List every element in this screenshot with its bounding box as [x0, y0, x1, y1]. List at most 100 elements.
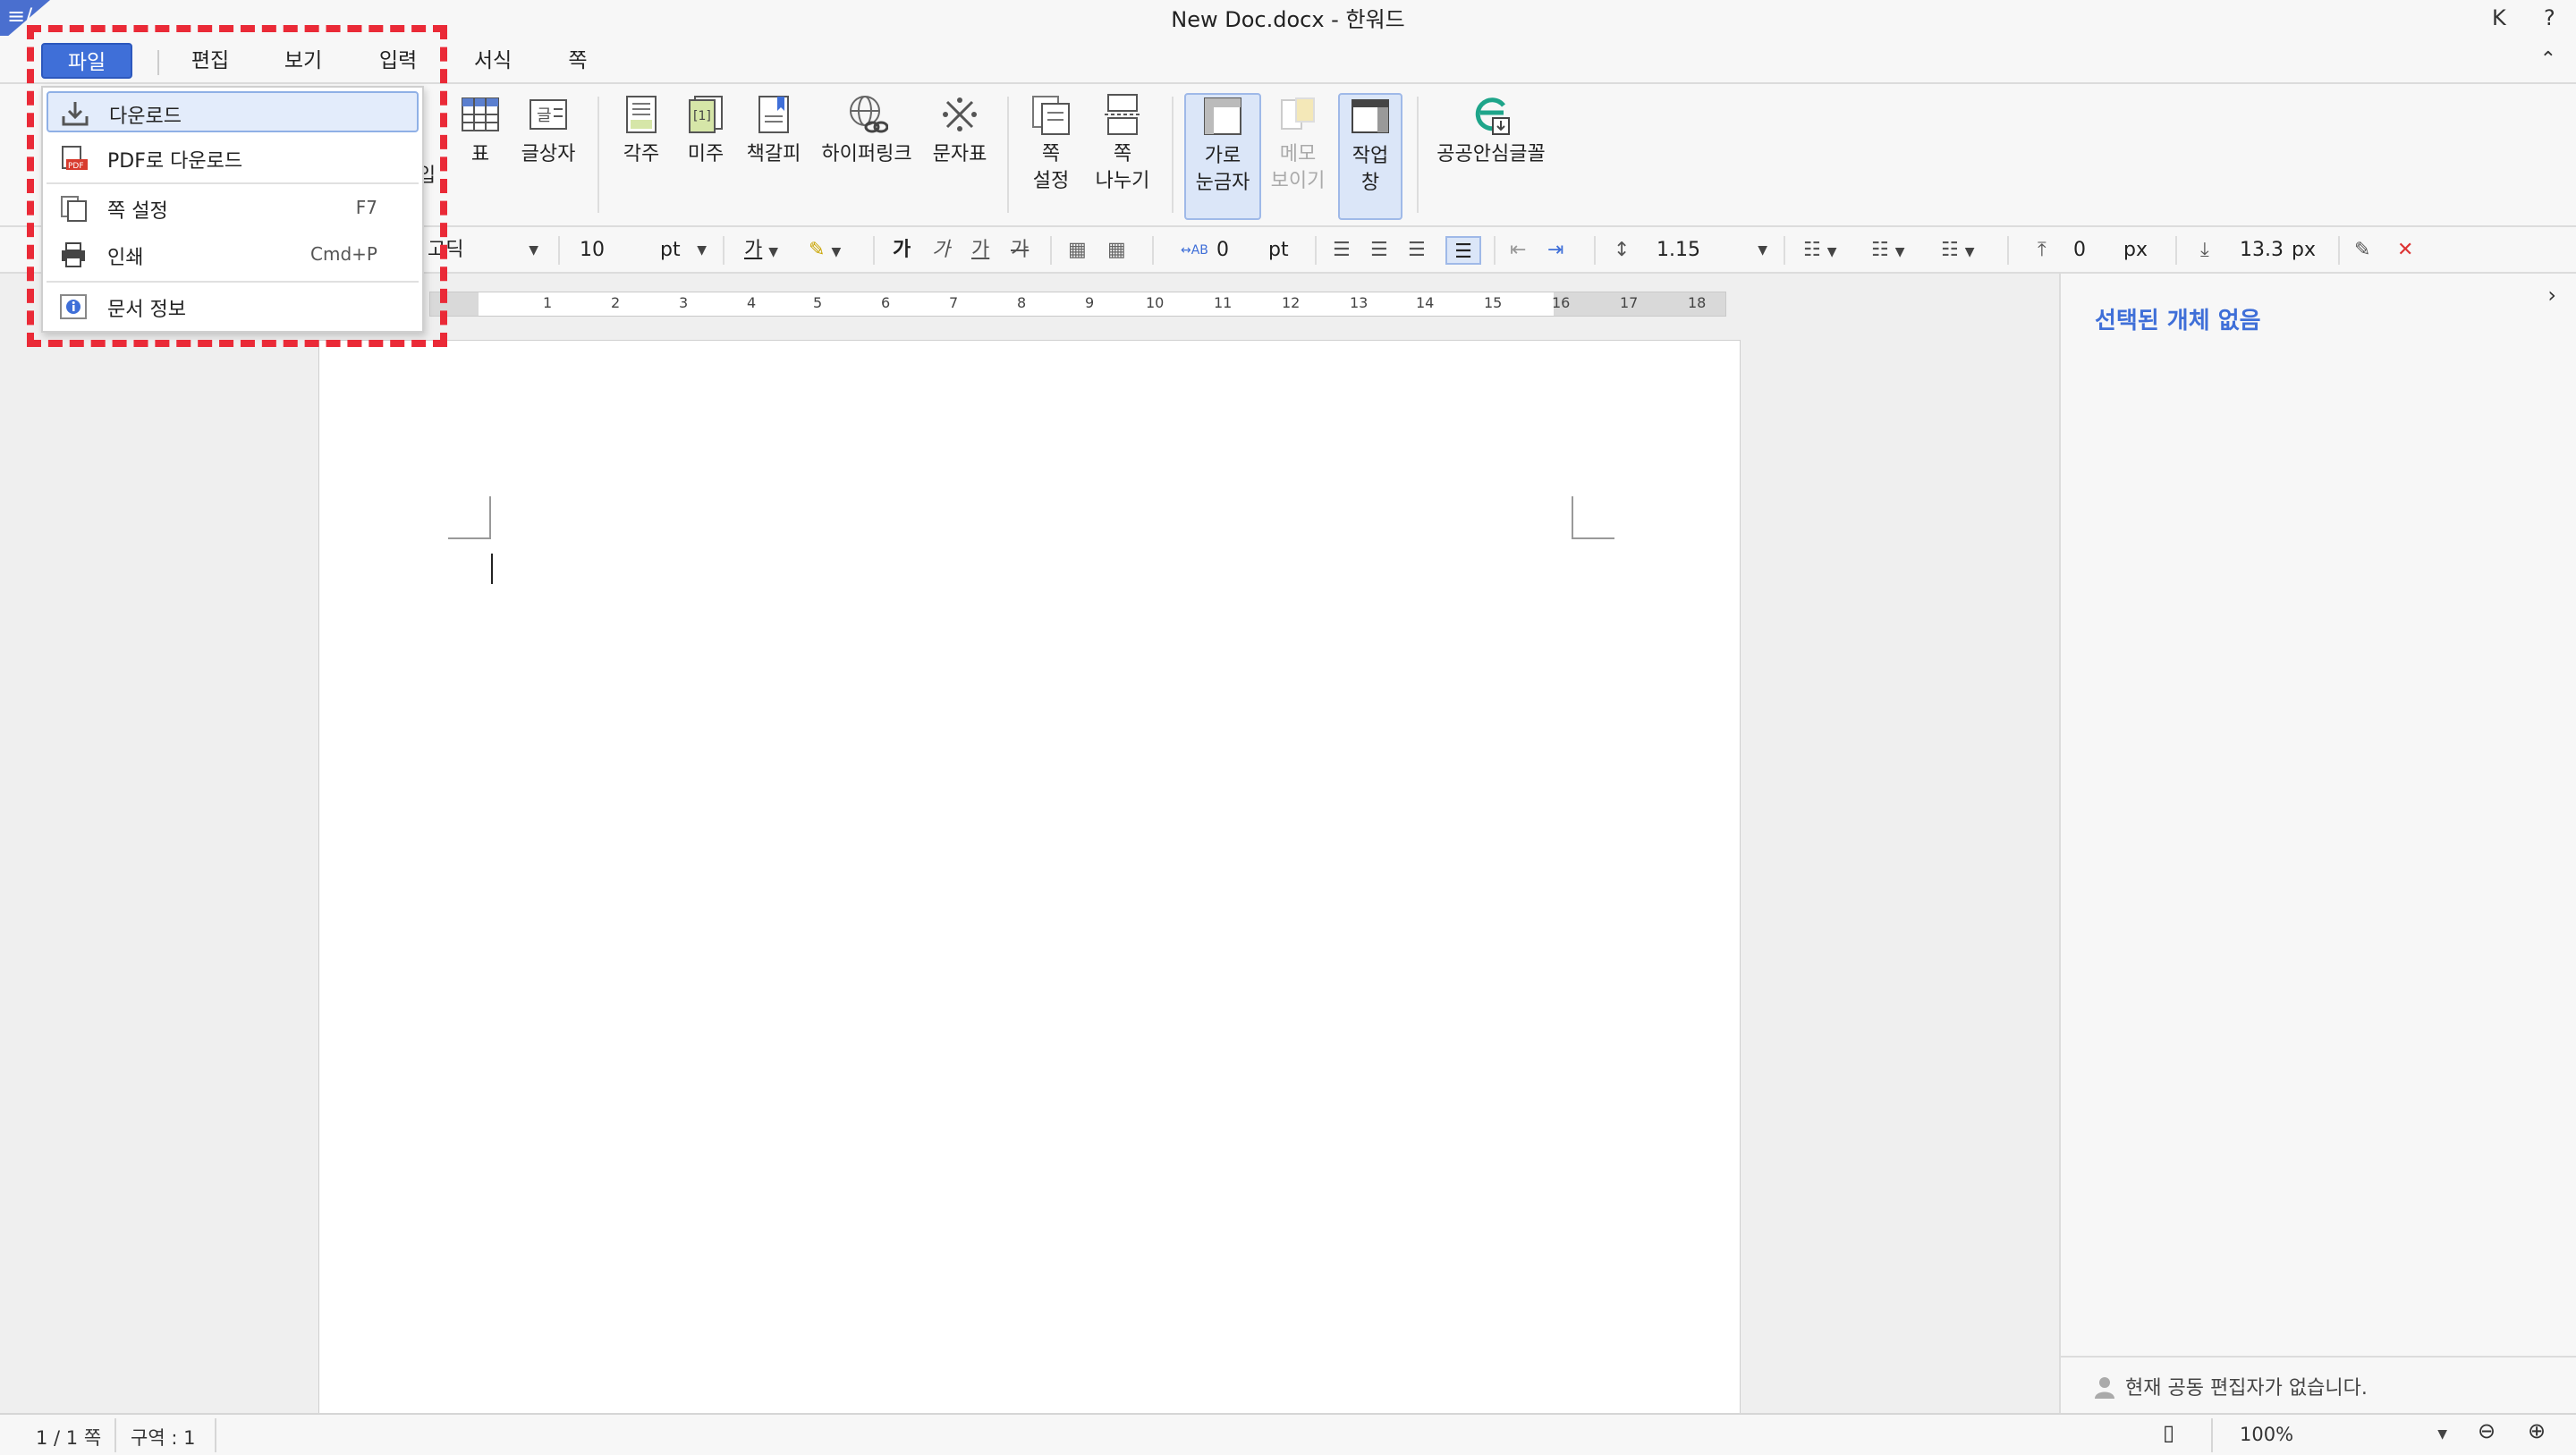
chevron-down-icon: ▼: [529, 243, 538, 258]
align-justify-icon[interactable]: ☰: [1445, 236, 1481, 265]
italic-button[interactable]: 가: [932, 236, 950, 265]
highlighter-icon: ✎: [809, 239, 826, 261]
footnote-button[interactable]: 각주: [617, 93, 665, 168]
font-color-icon: 가: [744, 239, 763, 261]
char-spacing-input[interactable]: 0 pt: [1216, 236, 1297, 265]
chevron-right-icon[interactable]: ›: [2547, 283, 2556, 308]
ruler-tick-label: 11: [1214, 294, 1233, 311]
align-center-icon[interactable]: ☰: [1370, 236, 1388, 265]
svg-text:[1]: [1]: [693, 109, 711, 123]
align-right-icon[interactable]: ☰: [1408, 236, 1426, 265]
align-left-icon[interactable]: ☰: [1333, 236, 1351, 265]
hyperlink-icon: [850, 96, 888, 133]
ribbon-divider: [1007, 97, 1009, 213]
zoom-in-icon[interactable]: ⊕: [2528, 1418, 2546, 1443]
indent-increase-icon[interactable]: ⇥: [1547, 236, 1563, 265]
horizontal-ruler[interactable]: 1 2 3 4 5 6 7 8 9 10 11 12 13 14 15 16 1…: [429, 292, 1726, 317]
ruler-tick-label: 15: [1484, 294, 1503, 311]
chevron-down-icon: ▼: [831, 245, 842, 259]
section-indicator: 구역 : 1: [131, 1427, 196, 1449]
ruler-tick-label: 3: [679, 294, 689, 311]
menu-format[interactable]: 서식: [467, 43, 519, 79]
format-painter-icon[interactable]: ✎: [2354, 236, 2370, 265]
underline-button[interactable]: 가: [971, 236, 989, 265]
collapse-ribbon-icon[interactable]: ⌃: [2540, 48, 2556, 71]
ruler-tick-label: 8: [1017, 294, 1027, 311]
line-spacing-select[interactable]: 1.15 ▼: [1657, 236, 1771, 265]
margin-corner: [1572, 496, 1614, 539]
user-account-button[interactable]: K: [2492, 5, 2506, 30]
insert-table-button[interactable]: 표: [456, 93, 504, 168]
margin-corner: [448, 496, 491, 539]
chevron-down-icon: ▼: [1758, 243, 1767, 258]
ruler-tick-label: 7: [949, 294, 959, 311]
space-after-icon: ⤓: [2200, 239, 2209, 261]
table-icon: [462, 97, 499, 131]
chevron-down-icon: ▼: [697, 243, 707, 258]
ribbon-divider: [1172, 97, 1174, 213]
ruler-tick-label: 6: [881, 294, 891, 311]
status-bar: 1 / 1 쪽 구역 : 1 ▯ 100% ▼ ⊖ ⊕: [0, 1413, 2576, 1455]
indent-decrease-icon[interactable]: ⇤: [1510, 236, 1526, 265]
task-pane-title: 선택된 개체 없음: [2095, 308, 2261, 334]
ruler-tick-label: 17: [1620, 294, 1639, 311]
document-workspace: 1 2 3 4 5 6 7 8 9 10 11 12 13 14 15 16 1…: [0, 274, 2059, 1422]
page-break-button[interactable]: 쪽 나누기: [1089, 93, 1156, 195]
zoom-select[interactable]: 100% ▼: [2240, 1424, 2454, 1445]
memo-icon: [1281, 97, 1315, 130]
bookmark-button[interactable]: 책갈피: [744, 93, 803, 168]
menu-page[interactable]: 쪽: [564, 43, 592, 79]
hyperlink-button[interactable]: 하이퍼링크: [818, 93, 916, 168]
numbered-list-icon[interactable]: ☷ ▼: [1871, 236, 1905, 265]
page-setup-icon: [1032, 96, 1070, 135]
clear-format-icon[interactable]: ✕: [2397, 236, 2413, 265]
strikethrough-button[interactable]: 가: [1011, 236, 1029, 265]
symbol-button[interactable]: 문자표: [928, 93, 991, 168]
bold-button[interactable]: 가: [893, 236, 911, 265]
ruler-tick-label: 9: [1085, 294, 1095, 311]
font-size-select[interactable]: 10 pt ▼: [580, 236, 714, 265]
ruler-tick-label: 2: [611, 294, 621, 311]
multilevel-list-icon[interactable]: ☷ ▼: [1941, 236, 1975, 265]
svg-text:글: 글: [537, 106, 552, 125]
ruler-tick-label: 13: [1350, 294, 1368, 311]
line-spacing-icon: ↕: [1614, 239, 1631, 261]
table-border-icon[interactable]: ▦: [1107, 236, 1126, 265]
ruler-tick-label: 10: [1146, 294, 1165, 311]
cell-border-icon[interactable]: ▦: [1068, 236, 1087, 265]
task-pane-icon: [1352, 99, 1389, 133]
highlight-color-button[interactable]: ✎ ▼: [809, 236, 857, 265]
text-cursor: [491, 554, 493, 584]
ruler-tick-label: 4: [747, 294, 757, 311]
space-before-input[interactable]: 0 px: [2073, 236, 2163, 265]
bullet-list-icon[interactable]: ☷ ▼: [1803, 236, 1837, 265]
endnote-icon: [1]: [689, 96, 723, 133]
ruler-tick-label: 5: [813, 294, 823, 311]
collaborator-status: 현재 공동 편집자가 없습니다.: [2061, 1356, 2576, 1413]
public-font-icon: [1475, 97, 1510, 135]
chevron-down-icon: ▼: [2437, 1427, 2447, 1442]
chevron-down-icon: ▼: [768, 245, 779, 259]
ribbon-divider: [597, 97, 599, 213]
endnote-button[interactable]: [1] 미주: [682, 93, 730, 168]
textbox-icon: 글: [530, 99, 567, 130]
task-pane-toggle[interactable]: 작업 창: [1338, 93, 1402, 220]
font-color-button[interactable]: 가 ▼: [744, 236, 789, 265]
public-font-button[interactable]: 공공안심글꼴: [1429, 93, 1553, 168]
insert-textbox-button[interactable]: 글 글상자: [517, 93, 580, 168]
space-before-icon: ⤒: [2038, 239, 2046, 261]
show-memo-button[interactable]: 메모 보이기: [1265, 93, 1331, 195]
page-setup-button[interactable]: 쪽 설정: [1023, 93, 1079, 195]
horizontal-ruler-toggle[interactable]: 가로 눈금자: [1184, 93, 1261, 220]
bookmark-icon: [758, 96, 789, 133]
symbol-icon: [943, 97, 977, 131]
help-button[interactable]: ?: [2544, 5, 2555, 30]
zoom-out-icon[interactable]: ⊖: [2478, 1418, 2496, 1443]
document-page[interactable]: [318, 340, 1741, 1422]
task-pane: › 선택된 개체 없음 현재 공동 편집자가 없습니다.: [2059, 274, 2576, 1413]
ruler-tick-label: 18: [1688, 294, 1707, 311]
space-after-input[interactable]: 13.3 px: [2240, 236, 2329, 265]
footnote-icon: [626, 96, 657, 133]
user-icon: [2095, 1377, 2114, 1399]
page-view-icon[interactable]: ▯: [2163, 1420, 2174, 1445]
